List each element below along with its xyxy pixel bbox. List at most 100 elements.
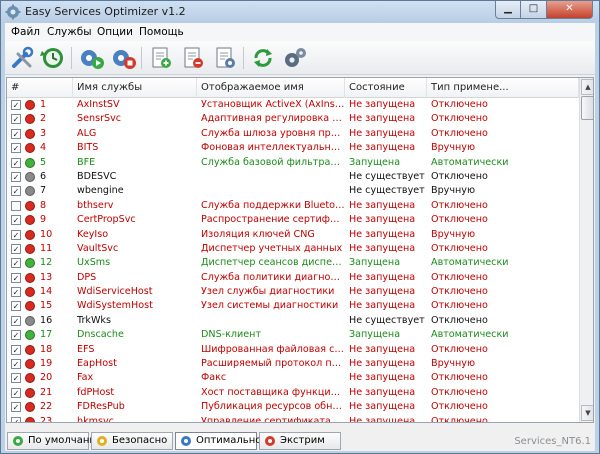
row-number: 3 — [40, 127, 47, 139]
table-row[interactable]: ✓ 3 ALG Служба шлюза уровня прило... Не запу… — [7, 127, 579, 141]
column-header-display[interactable]: Отображаемое имя — [197, 78, 345, 98]
cell-startup-type: Отключено — [431, 343, 488, 355]
row-checkbox[interactable]: ✓ — [11, 243, 21, 254]
row-checkbox[interactable]: ✓ — [11, 186, 21, 197]
menu-services[interactable]: Службы — [47, 26, 91, 38]
cell-state: Не запущена — [349, 113, 416, 125]
row-checkbox[interactable]: ✓ — [11, 416, 21, 422]
row-checkbox[interactable]: ✓ — [11, 330, 21, 341]
row-number: 20 — [40, 372, 53, 384]
row-checkbox[interactable]: ✓ — [11, 143, 21, 154]
table-row[interactable]: ✓ 23 hkmsvc Управление сертификатами ... Не … — [7, 415, 579, 422]
table-row[interactable]: ✓ 20 Fax Факс Не запущена Отключено — [7, 371, 579, 385]
row-checkbox[interactable]: ✓ — [11, 114, 21, 125]
table-row[interactable]: ✓ 22 FDResPub Публикация ресурсов обнару...… — [7, 400, 579, 414]
table-row[interactable]: ✓ 21 fdPHost Хост поставщика функции об... Н… — [7, 386, 579, 400]
tab-extreme[interactable]: Экстрим — [259, 432, 341, 450]
row-checkbox[interactable]: ✓ — [11, 128, 21, 139]
table-row[interactable]: ✓ 12 UxSms Диспетчер сеансов диспетче... Зап… — [7, 256, 579, 270]
column-header-state[interactable]: Состояние — [345, 78, 427, 98]
maximize-button[interactable]: □ — [521, 1, 547, 19]
table-row[interactable]: ✓ 13 DPS Служба политики диагностики Не запу… — [7, 271, 579, 285]
app-gear-icon — [5, 4, 21, 20]
menu-file[interactable]: Файл — [11, 26, 40, 38]
table-row[interactable]: 8 bthserv Служба поддержки Bluetooth Не зап… — [7, 199, 579, 213]
row-checkbox[interactable]: ✓ — [11, 215, 21, 226]
cell-startup-type: Вручную — [431, 142, 476, 154]
cell-service-name: Dnscache — [77, 329, 124, 341]
row-checkbox[interactable] — [11, 200, 21, 211]
table-row[interactable]: ✓ 4 BITS Фоновая интеллектуальная с... Не за… — [7, 141, 579, 155]
gear-icon[interactable] — [281, 45, 309, 71]
cell-num: ✓ 2 — [7, 112, 73, 126]
cell-service-name: EapHost — [77, 358, 117, 370]
table-row[interactable]: ✓ 5 BFE Служба базовой фильтрации Запущена Ав… — [7, 156, 579, 170]
table-row[interactable]: ✓ 1 AxInstSV Установщик ActiveX (AxInstSV) Н… — [7, 98, 579, 112]
status-bar: По умолчанию Безопасно Оптимально Экстри… — [5, 429, 595, 451]
tab-default[interactable]: По умолчанию — [7, 432, 104, 450]
row-checkbox[interactable]: ✓ — [11, 344, 21, 355]
cell-num: ✓ 10 — [7, 228, 73, 242]
column-header-name[interactable]: Имя службы — [73, 78, 197, 98]
row-checkbox[interactable]: ✓ — [11, 171, 21, 182]
vertical-scrollbar[interactable]: ▲ ▼ — [579, 78, 593, 422]
scroll-up-button[interactable]: ▲ — [581, 79, 593, 95]
cell-service-name: wbengine — [77, 185, 124, 197]
gear-red-icon — [265, 436, 275, 446]
row-checkbox[interactable]: ✓ — [11, 287, 21, 298]
scroll-thumb[interactable] — [581, 96, 593, 120]
table-row[interactable]: ✓ 18 EFS Шифрованная файловая сист... Не зап… — [7, 343, 579, 357]
cell-num: ✓ 23 — [7, 415, 73, 422]
column-header-type[interactable]: Тип примене... — [427, 78, 579, 98]
scroll-down-button[interactable]: ▼ — [581, 405, 593, 421]
refresh-icon[interactable] — [249, 45, 277, 71]
toolbar — [5, 41, 595, 75]
add-doc-icon[interactable] — [147, 45, 175, 71]
table-row[interactable]: ✓ 9 CertPropSvc Распространение сертификата… — [7, 213, 579, 227]
row-checkbox[interactable]: ✓ — [11, 100, 21, 110]
row-checkbox[interactable]: ✓ — [11, 272, 21, 283]
tools-icon[interactable] — [9, 45, 37, 71]
status-dot-icon — [25, 171, 35, 182]
column-header-num[interactable]: # — [7, 78, 73, 98]
table-row[interactable]: ✓ 17 Dnscache DNS-клиент Запущена Автоматичес… — [7, 328, 579, 342]
table-row[interactable]: ✓ 6 BDESVC Не существует Отключено — [7, 170, 579, 184]
table-row[interactable]: ✓ 11 VaultSvc Диспетчер учетных данных Не за… — [7, 242, 579, 256]
table-row[interactable]: ✓ 7 wbengine Не существует Вручную — [7, 184, 579, 198]
refresh-clock-icon[interactable] — [39, 45, 67, 71]
cell-display-name — [197, 314, 345, 328]
row-checkbox[interactable]: ✓ — [11, 402, 21, 413]
cell-service-name: BITS — [77, 142, 99, 154]
doc-settings-icon[interactable] — [211, 45, 239, 71]
gears-stop-icon[interactable] — [109, 45, 137, 71]
table-row[interactable]: ✓ 15 WdiSystemHost Узел системы диагностики… — [7, 299, 579, 313]
close-button[interactable]: ✕ — [547, 1, 593, 19]
table-row[interactable]: ✓ 10 KeyIso Изоляция ключей CNG Не запущена В… — [7, 228, 579, 242]
row-number: 19 — [40, 358, 53, 370]
tab-optimal[interactable]: Оптимально — [175, 432, 261, 450]
status-dot-icon — [25, 287, 35, 298]
table-row[interactable]: ✓ 16 TrkWks Не существует Отключено — [7, 314, 579, 328]
cell-num: ✓ 21 — [7, 386, 73, 400]
menu-help[interactable]: Помощь — [139, 26, 184, 38]
row-checkbox[interactable]: ✓ — [11, 359, 21, 370]
table-row[interactable]: ✓ 19 EapHost Расширяемый протокол пров... Не… — [7, 357, 579, 371]
remove-doc-icon[interactable] — [179, 45, 207, 71]
table-row[interactable]: ✓ 2 SensrSvc Адаптивная регулировка ярк... Н… — [7, 112, 579, 126]
tab-safe[interactable]: Безопасно — [91, 432, 173, 450]
cell-state: Не запущена — [349, 242, 416, 254]
table-row[interactable]: ✓ 14 WdiServiceHost Узел службы диагностики… — [7, 285, 579, 299]
gears-start-icon[interactable] — [77, 45, 105, 71]
services-list[interactable]: # Имя службы Отображаемое имя Состояние … — [6, 77, 594, 423]
row-checkbox[interactable]: ✓ — [11, 301, 21, 312]
row-checkbox[interactable]: ✓ — [11, 315, 21, 326]
cell-display-name: Факс — [201, 372, 227, 384]
title-bar[interactable]: Easy Services Optimizer v1.2 ▁ □ ✕ — [1, 1, 599, 23]
row-checkbox[interactable]: ✓ — [11, 229, 21, 240]
row-checkbox[interactable]: ✓ — [11, 258, 21, 269]
menu-options[interactable]: Опции — [97, 26, 133, 38]
row-checkbox[interactable]: ✓ — [11, 157, 21, 168]
row-checkbox[interactable]: ✓ — [11, 373, 21, 384]
row-checkbox[interactable]: ✓ — [11, 387, 21, 398]
minimize-button[interactable]: ▁ — [495, 1, 521, 19]
